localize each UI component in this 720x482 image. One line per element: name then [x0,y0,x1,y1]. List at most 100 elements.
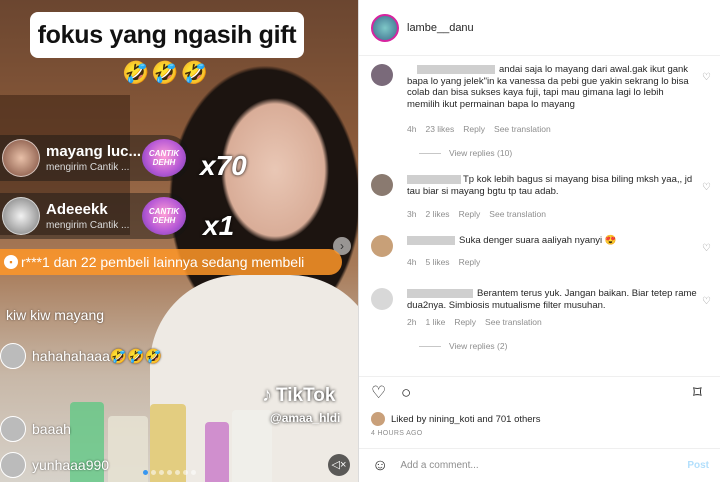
view-replies-label[interactable]: View replies (2) [449,341,507,351]
carousel-dot [191,470,196,475]
video-caption: fokus yang ngasih gift [30,12,304,58]
author-username[interactable]: lambe__danu [407,22,474,34]
comment-bubble-icon[interactable]: ○ [401,383,411,403]
caption-emoji: 🤣🤣🤣 [122,60,211,85]
live-chat-message: hahahahaaa🤣🤣🤣 [0,343,162,369]
reply-button[interactable]: Reply [459,209,481,219]
comment-likes[interactable]: 2 likes [425,209,449,219]
gift-notification: mayang luc... mengirim Cantik ... CANTIK… [0,135,190,181]
video-player[interactable]: fokus yang ngasih gift 🤣🤣🤣 mayang luc...… [0,0,358,482]
gifter-avatar [2,139,40,177]
carousel-dot [143,470,148,475]
gift-description: mengirim Cantik ... [46,220,130,231]
commenter-username[interactable] [407,288,473,298]
tiktok-icon: ♪ [262,384,272,406]
comment-likes[interactable]: 23 likes [425,124,454,134]
carousel-dot [167,470,172,475]
cart-icon: ▪ [4,255,18,269]
chat-text: baaah [32,421,71,437]
reply-button[interactable]: Reply [459,257,481,267]
replies-divider [419,152,441,154]
heart-icon[interactable]: ♡ [702,296,711,307]
comment-meta: 4h 5 likes Reply [407,257,480,267]
heart-icon[interactable]: ♡ [702,243,711,254]
post-timestamp: 4 HOURS AGO [371,430,423,437]
comment-meta: 2h 1 like Reply See translation [407,317,542,327]
chat-text: kiw kiw mayang [6,307,105,323]
post-panel: lambe__danu andai saja lo mayang dari aw… [358,0,720,482]
gift-badge-icon: CANTIK DEHH [142,139,186,177]
view-replies-link[interactable]: View replies (2) [419,341,507,351]
commenter-username[interactable] [417,64,495,74]
carousel-dot [183,470,188,475]
perfume-bottle [232,410,272,482]
buy-banner-text: r***1 dan 22 pembeli lainnya sedang memb… [21,254,305,270]
post-button[interactable]: Post [687,460,709,471]
gifter-name: mayang luc... [46,143,142,160]
commenter-avatar[interactable] [371,235,393,257]
comment-likes[interactable]: 1 like [425,317,445,327]
commenter-avatar[interactable] [371,64,393,86]
perfume-bottle [108,416,148,482]
gift-count: x70 [200,150,247,181]
chat-text: yunhaaa990 [32,457,110,473]
see-translation-link[interactable]: See translation [494,124,551,134]
comment-text-block: Suka denger suara aaliyah nyanyi 😍 [407,235,697,247]
liked-by[interactable]: Liked by nining_koti and 701 others [371,412,540,426]
view-replies-link[interactable]: View replies (10) [419,148,512,158]
gift-notification: Adeeekk mengirim Cantik ... CANTIK DEHH [0,193,190,239]
live-chat-message: yunhaaa990 [0,452,109,478]
carousel-indicator [143,470,196,475]
heart-icon[interactable]: ♡ [702,182,711,193]
mute-icon[interactable]: ◁× [328,454,350,476]
comment-time: 4h [407,257,417,267]
commenter-avatar[interactable] [371,288,393,310]
like-heart-icon[interactable]: ♡ [371,383,386,403]
comment-meta: 4h 23 likes Reply See translation [407,124,551,134]
comment-text-block: Tp kok lebih bagus si mayang bisa biling… [407,174,697,197]
gifter-name: Adeeekk [46,201,108,218]
tiktok-brand: TikTok [276,384,336,406]
see-translation-link[interactable]: See translation [489,209,546,219]
reply-button[interactable]: Reply [463,124,485,134]
gift-count: x1 [203,210,235,241]
liker-avatar [371,412,385,426]
replies-divider [419,345,441,347]
live-chat-message: kiw kiw mayang [6,307,104,323]
commenter-avatar[interactable] [371,174,393,196]
add-comment-input[interactable] [400,460,688,471]
comment-time: 4h [407,124,417,134]
comment-text-block: Berantem terus yuk. Jangan baikan. Biar … [407,288,697,311]
author-avatar[interactable] [371,13,399,42]
perfume-bottle [205,422,229,482]
chat-text: hahahahaaa🤣🤣🤣 [32,347,163,364]
bookmark-icon[interactable]: ⌑ [693,383,702,403]
emoji-icon[interactable]: ☺ [372,457,388,475]
post-header: lambe__danu [359,0,720,56]
post-actions: ♡ ○ ⌑ [359,376,720,406]
add-comment-bar: ☺ Post [359,448,720,482]
tiktok-watermark: ♪ TikTok [262,384,335,407]
comment-likes[interactable]: 5 likes [425,257,449,267]
tiktok-handle: @amaa_hldi [270,411,341,425]
commenter-username[interactable] [407,235,455,245]
view-replies-label[interactable]: View replies (10) [449,148,512,158]
comment-meta: 3h 2 likes Reply See translation [407,209,546,219]
chat-avatar [0,416,26,442]
carousel-dot [159,470,164,475]
commenter-username[interactable] [407,174,461,184]
gifter-avatar [2,197,40,235]
chat-avatar [0,343,26,369]
carousel-dot [151,470,156,475]
comment-text-block: andai saja lo mayang dari awal.gak ikut … [407,64,697,110]
comment-time: 3h [407,209,417,219]
reply-button[interactable]: Reply [454,317,476,327]
gift-badge-icon: CANTIK DEHH [142,197,186,235]
see-translation-link[interactable]: See translation [485,317,542,327]
heart-icon[interactable]: ♡ [702,72,711,83]
carousel-dot [175,470,180,475]
buy-banner[interactable]: ▪ r***1 dan 22 pembeli lainnya sedang me… [0,249,342,275]
comment-time: 2h [407,317,417,327]
chat-avatar [0,452,26,478]
liked-by-text[interactable]: Liked by nining_koti and 701 others [391,414,540,425]
